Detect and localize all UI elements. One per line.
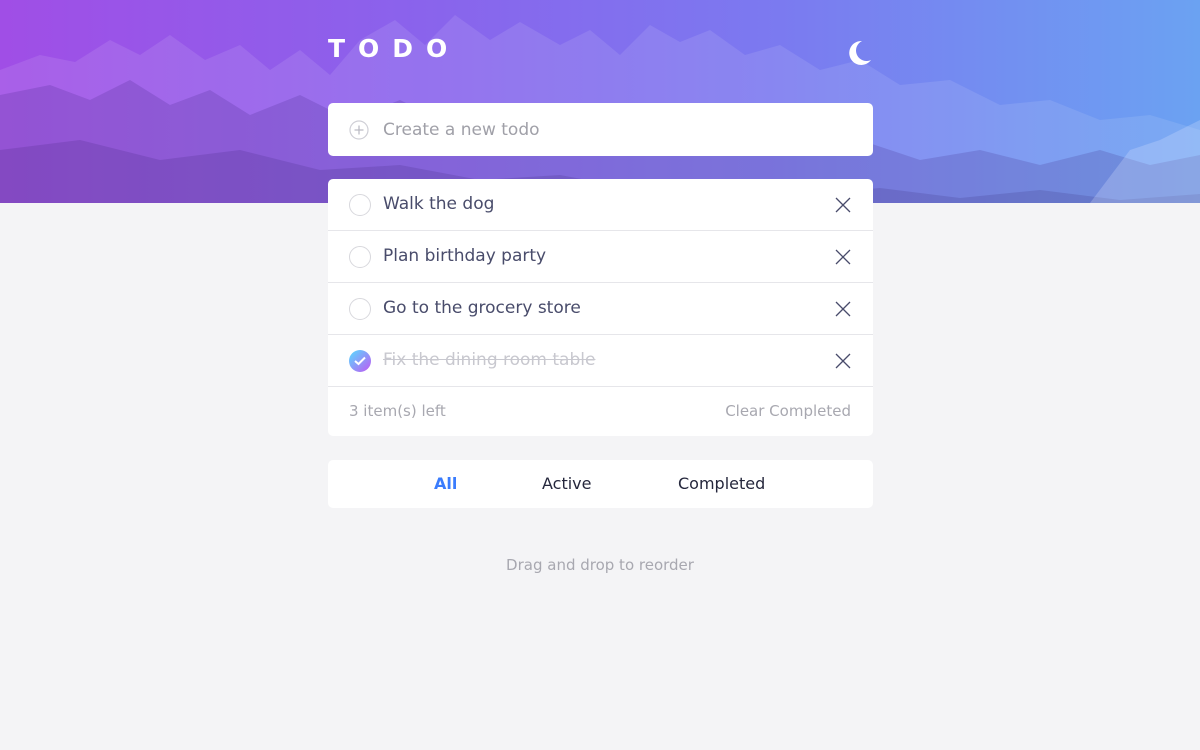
todo-checkbox[interactable]: [349, 246, 371, 268]
app-title: TODO: [328, 34, 461, 63]
todo-item[interactable]: Walk the dog: [328, 179, 873, 231]
todo-checkbox[interactable]: [349, 194, 371, 216]
filter-active[interactable]: Active: [542, 474, 592, 493]
new-todo-input[interactable]: [383, 103, 853, 156]
todo-text: Walk the dog: [383, 194, 495, 214]
list-footer: 3 item(s) left Clear Completed: [328, 387, 873, 436]
filter-bar: All Active Completed: [328, 460, 873, 508]
checkmark-icon: [354, 356, 366, 366]
moon-icon[interactable]: [842, 36, 876, 70]
filter-all[interactable]: All: [434, 474, 457, 493]
filter-completed[interactable]: Completed: [678, 474, 765, 493]
header-banner: TODO: [0, 0, 1200, 203]
todo-text: Plan birthday party: [383, 246, 547, 266]
todo-text: Go to the grocery store: [383, 298, 581, 318]
items-left-count: 3 item(s) left: [349, 402, 446, 420]
delete-icon[interactable]: [834, 300, 852, 318]
delete-icon[interactable]: [834, 248, 852, 266]
delete-icon[interactable]: [834, 352, 852, 370]
plus-circle-icon[interactable]: [349, 120, 369, 140]
mountain-background-image: [0, 15, 1200, 203]
todo-item[interactable]: Go to the grocery store: [328, 283, 873, 335]
todo-checkbox[interactable]: [349, 298, 371, 320]
todo-list: Walk the dog Plan birthday party Go to t…: [328, 179, 873, 436]
todo-item[interactable]: Plan birthday party: [328, 231, 873, 283]
clear-completed-button[interactable]: Clear Completed: [725, 402, 851, 420]
todo-checkbox-checked[interactable]: [349, 350, 371, 372]
delete-icon[interactable]: [834, 196, 852, 214]
reorder-hint: Drag and drop to reorder: [506, 556, 694, 574]
todo-item-completed[interactable]: Fix the dining room table: [328, 335, 873, 387]
todo-text: Fix the dining room table: [383, 350, 596, 370]
new-todo-bar: [328, 103, 873, 156]
